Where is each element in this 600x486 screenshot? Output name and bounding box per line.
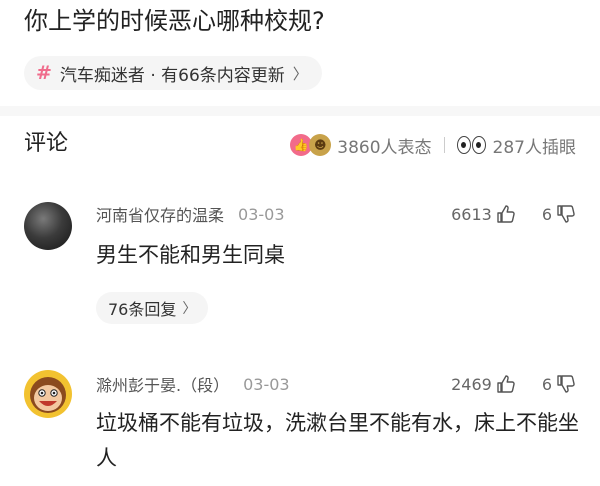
reactions-count: 3860人表态 xyxy=(337,137,432,158)
dislike-button[interactable]: 6 xyxy=(542,374,576,394)
comment-stats: 👍 ☻ 3860人表态 287人插眼 xyxy=(290,132,576,158)
topic-label: 汽车痴迷者 · 有66条内容更新 xyxy=(59,65,285,86)
comment-meta: 河南省仅存的温柔 03-03 xyxy=(96,202,285,226)
dislike-count: 6 xyxy=(541,374,552,394)
avatar[interactable] xyxy=(24,202,72,250)
post-title: 你上学的时候恶心哪种校规? xyxy=(24,7,325,35)
comment-date: 03-03 xyxy=(243,374,290,394)
comment-meta: 滁州彭于晏.（段） 03-03 xyxy=(96,372,290,396)
comment-text: 垃圾桶不能有垃圾，洗漱台里不能有水，床上不能坐人 xyxy=(96,411,579,470)
reactions-button[interactable]: 👍 ☻ xyxy=(290,134,332,156)
comment-actions: 6613 6 xyxy=(451,202,576,226)
chevron-right-icon: 〉 xyxy=(182,301,197,317)
left-eye-icon xyxy=(456,136,471,154)
comment-item: 滁州彭于晏.（段） 03-03 2469 6 垃圾桶不能有垃圾，洗漱台里不能有水… xyxy=(0,366,600,486)
comments-title: 评论 xyxy=(24,131,69,156)
right-eye-icon xyxy=(471,136,486,154)
thumbs-up-icon xyxy=(497,205,515,223)
topic-chip[interactable]: # 汽车痴迷者 · 有66条内容更新 〉 xyxy=(24,56,322,90)
comment-text: 男生不能和男生同桌 xyxy=(96,243,285,267)
view-replies-button[interactable]: 76条回复 〉 xyxy=(96,292,209,324)
like-count: 6613 xyxy=(451,204,492,224)
thumbs-up-icon xyxy=(497,375,515,393)
cartoon-face-icon xyxy=(30,377,66,413)
section-divider xyxy=(0,106,600,116)
comments-header: 评论 👍 ☻ 3860人表态 287人插眼 xyxy=(0,116,600,174)
comment-username[interactable]: 滁州彭于晏.（段） xyxy=(96,372,229,396)
comment-item: 河南省仅存的温柔 03-03 6613 6 男生不能和男生同桌 76条回复 〉 xyxy=(0,196,600,336)
views-count: 287人插眼 xyxy=(492,137,576,158)
dislike-count: 6 xyxy=(541,204,552,224)
chevron-right-icon: 〉 xyxy=(292,64,308,83)
comment-date: 03-03 xyxy=(238,204,285,224)
like-button[interactable]: 2469 xyxy=(451,374,516,394)
like-count: 2469 xyxy=(451,374,492,394)
replies-label: 76条回复 xyxy=(108,300,177,319)
thumbs-down-icon xyxy=(557,205,575,223)
eyes-icon[interactable] xyxy=(456,136,487,154)
avatar[interactable] xyxy=(24,370,72,418)
stats-divider xyxy=(443,137,445,153)
comment-username[interactable]: 河南省仅存的温柔 xyxy=(96,202,224,226)
dislike-button[interactable]: 6 xyxy=(542,204,576,224)
comment-actions: 2469 6 xyxy=(451,372,576,396)
hash-icon: # xyxy=(36,62,52,84)
like-button[interactable]: 6613 xyxy=(451,204,516,224)
thumbs-down-icon xyxy=(557,375,575,393)
emoji-reaction-icon: ☻ xyxy=(309,134,332,156)
